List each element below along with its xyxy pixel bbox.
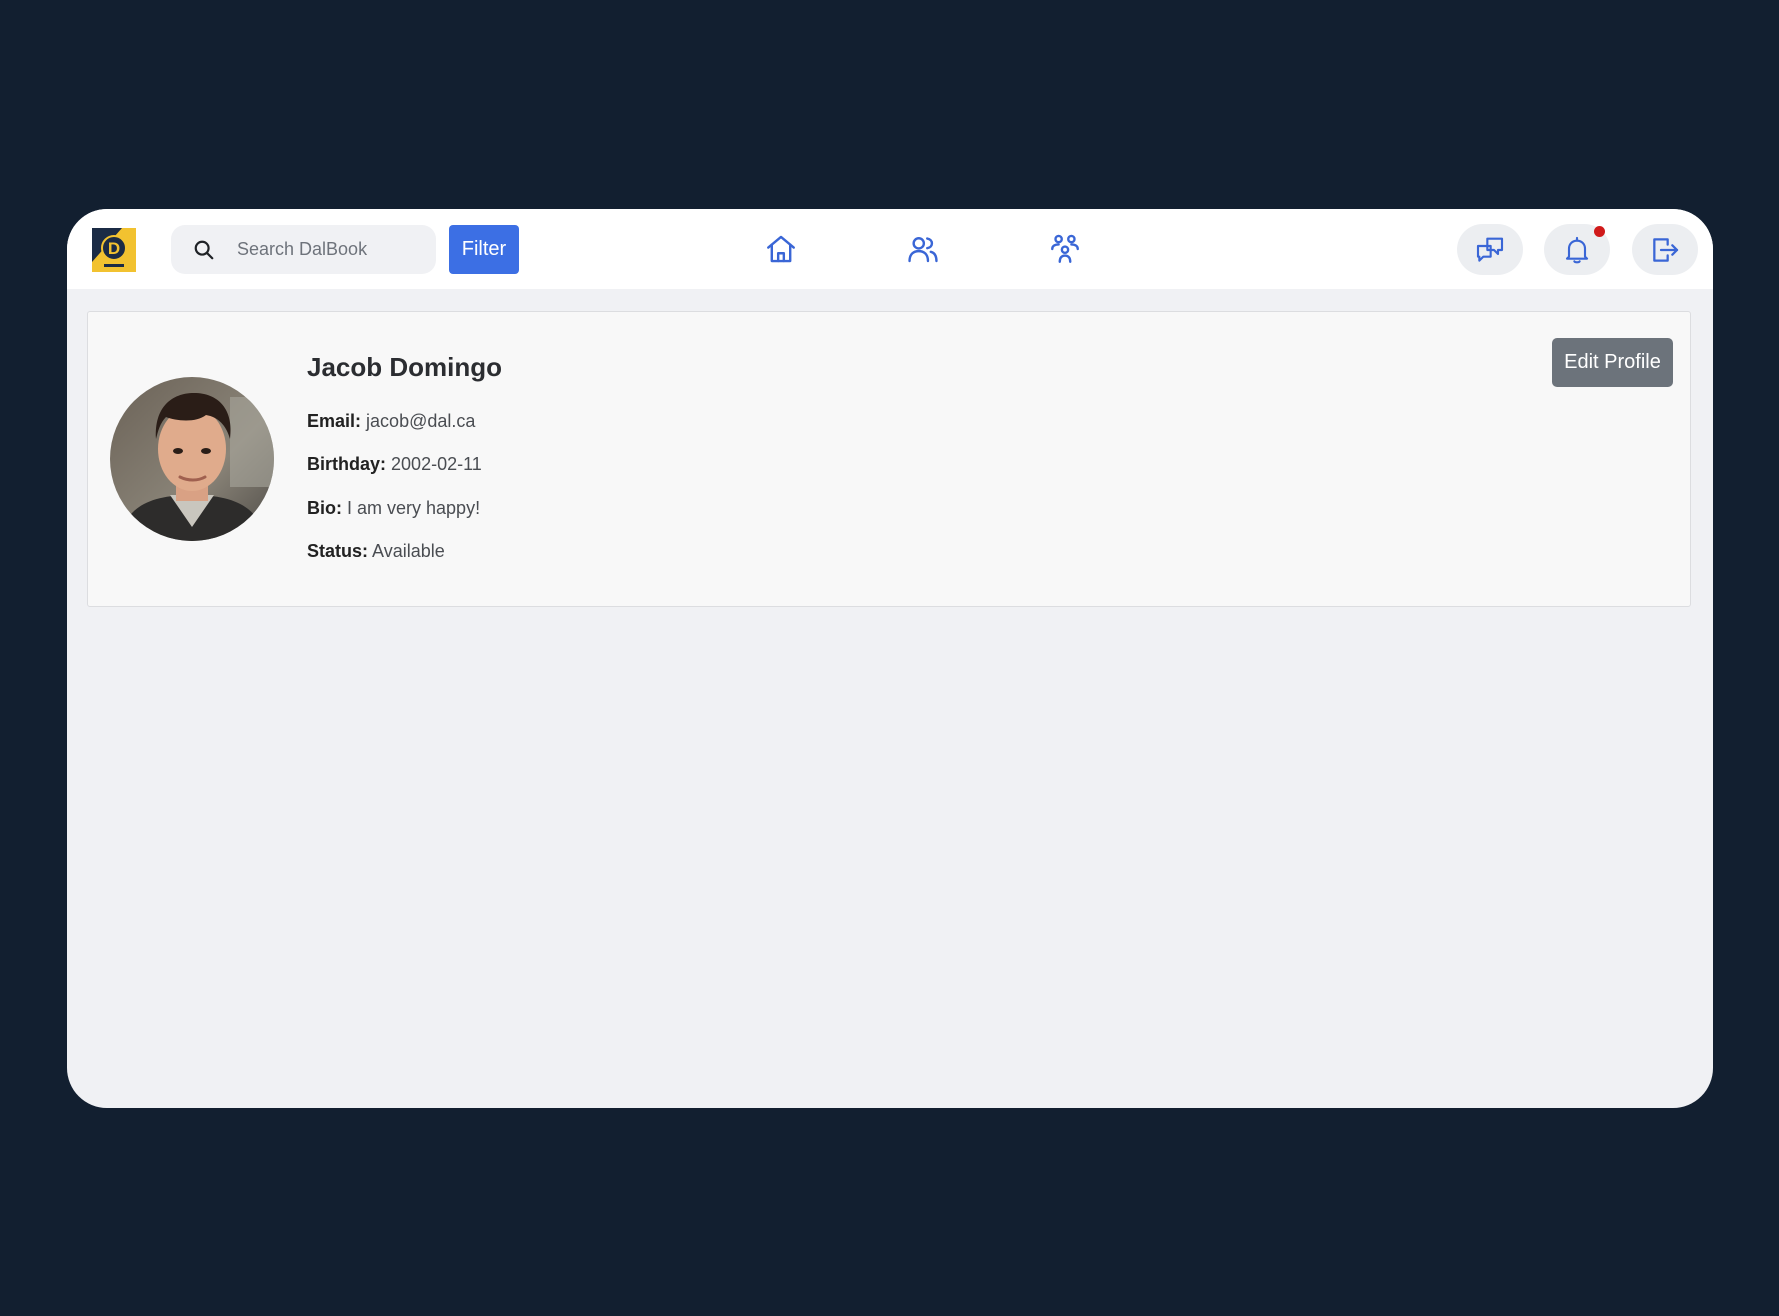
status-value: Available	[372, 541, 445, 561]
profile-avatar	[110, 377, 274, 541]
email-label: Email:	[307, 411, 362, 431]
email-value: jacob@dal.ca	[366, 411, 476, 431]
logout-icon	[1653, 237, 1679, 262]
profile-name: Jacob Domingo	[307, 352, 503, 382]
messages-icon	[1476, 237, 1504, 262]
profile-card: Jacob Domingo Email: jacob@dal.ca Birthd…	[87, 311, 1691, 607]
bio-row: Bio: I am very happy!	[307, 498, 480, 519]
app-window: D Filter	[67, 209, 1713, 1108]
search-icon	[194, 240, 214, 260]
svg-text:D: D	[108, 239, 120, 258]
bell-icon	[1565, 236, 1589, 263]
search-bar	[171, 225, 436, 274]
top-navbar: D Filter	[67, 209, 1713, 289]
filter-button[interactable]: Filter	[449, 225, 519, 274]
bio-value: I am very happy!	[347, 498, 481, 518]
bio-label: Bio:	[307, 498, 342, 518]
status-label: Status:	[307, 541, 369, 561]
dalbook-logo[interactable]: D	[92, 228, 136, 272]
birthday-label: Birthday:	[307, 454, 387, 474]
edit-profile-button[interactable]: Edit Profile	[1552, 338, 1673, 387]
groups-icon[interactable]	[1048, 232, 1082, 266]
search-input[interactable]	[237, 225, 427, 274]
birthday-value: 2002-02-11	[391, 454, 482, 474]
friends-icon[interactable]	[906, 232, 940, 266]
status-row: Status: Available	[307, 541, 445, 562]
birthday-row: Birthday: 2002-02-11	[307, 454, 482, 475]
logout-button[interactable]	[1632, 224, 1698, 275]
home-icon[interactable]	[764, 232, 798, 266]
messages-button[interactable]	[1457, 224, 1523, 275]
notification-badge	[1594, 226, 1605, 237]
email-row: Email: jacob@dal.ca	[307, 411, 475, 432]
